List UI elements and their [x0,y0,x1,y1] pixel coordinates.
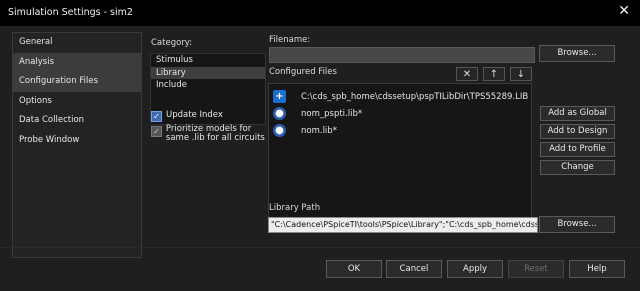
file-name: nom_pspti.lib* [301,108,363,119]
checkbox-check-icon: ✓ [151,126,162,137]
library-path-label: Library Path [269,203,321,213]
category-item-stimulus[interactable]: Stimulus [151,54,265,67]
prioritize-models-label: Prioritize models for same .lib for all … [165,124,265,143]
library-path-browse-button[interactable]: Browse... [539,216,615,233]
update-index-checkbox[interactable]: ✓ Update Index [151,110,223,122]
prioritize-models-checkbox[interactable]: ✓ Prioritize models for same .lib for al… [151,125,269,143]
plus-icon: + [273,90,286,103]
category-item-include[interactable]: Include [151,79,265,92]
globe-icon: ● [273,124,286,137]
file-name: nom.lib* [301,125,337,136]
configured-files-list: + C:\cds_spb_home\cdssetup\pspTILibDir\T… [268,83,532,220]
globe-icon: ● [273,107,286,120]
nav-item-options[interactable]: Options [13,92,141,112]
category-label: Category: [151,38,193,48]
nav-item-probe-window[interactable]: Probe Window [13,131,141,151]
help-button[interactable]: Help [569,260,625,278]
settings-dialog: General Analysis Configuration Files Opt… [0,26,640,291]
window-title: Simulation Settings - sim2 [8,7,133,18]
list-item[interactable]: + C:\cds_spb_home\cdssetup\pspTILibDir\T… [273,89,528,104]
ok-button[interactable]: OK [326,260,382,278]
nav-item-general[interactable]: General [13,33,141,53]
category-nav: General Analysis Configuration Files Opt… [12,32,142,258]
list-item[interactable]: ● nom_pspti.lib* [273,106,362,121]
delete-icon[interactable]: ✕ [456,67,478,81]
add-to-profile-button[interactable]: Add to Profile [540,142,615,157]
filename-label: Filename: [269,35,311,45]
update-index-label: Update Index [166,110,223,120]
configured-files-label: Configured Files [269,67,337,77]
close-icon[interactable]: ✕ [618,3,630,19]
footer-divider [0,247,640,248]
list-item[interactable]: ● nom.lib* [273,123,337,138]
library-path-input[interactable]: "C:\Cadence\PSpiceTI\tools\PSpice\Librar… [268,217,538,233]
checkbox-check-icon: ✓ [151,111,162,122]
file-name: C:\cds_spb_home\cdssetup\pspTILibDir\TPS… [301,91,529,102]
reset-button[interactable]: Reset [508,260,564,278]
apply-button[interactable]: Apply [447,260,503,278]
nav-item-configuration-files[interactable]: Configuration Files [13,72,141,92]
nav-item-data-collection[interactable]: Data Collection [13,111,141,131]
add-as-global-button[interactable]: Add as Global [540,106,615,121]
add-to-design-button[interactable]: Add to Design [540,124,615,139]
title-bar: Simulation Settings - sim2 ✕ [0,0,640,26]
change-button[interactable]: Change [540,160,615,175]
category-item-library[interactable]: Library [151,66,265,79]
filename-browse-button[interactable]: Browse... [539,45,615,62]
filename-input[interactable] [269,47,535,63]
nav-item-analysis[interactable]: Analysis [13,52,141,72]
move-down-icon[interactable]: ↓ [510,67,532,81]
cancel-button[interactable]: Cancel [386,260,442,278]
move-up-icon[interactable]: ↑ [483,67,505,81]
